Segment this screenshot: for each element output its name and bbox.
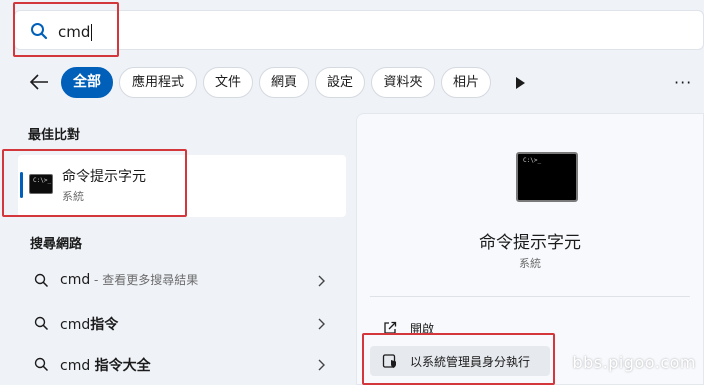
command-prompt-icon: C:\>_ — [516, 152, 578, 202]
chevron-right-icon — [318, 359, 325, 371]
web-result-query: cmd — [60, 358, 95, 374]
filter-chip-web[interactable]: 網頁 — [259, 67, 309, 98]
web-result-bold-term: 指令大全 — [94, 358, 151, 374]
web-result-text: cmd指令 — [60, 314, 118, 334]
more-options-icon[interactable]: ··· — [674, 73, 692, 92]
detail-app-type: 系統 — [519, 257, 541, 270]
filter-chip-apps[interactable]: 應用程式 — [119, 67, 197, 98]
search-icon — [34, 316, 49, 331]
search-icon — [34, 273, 49, 288]
best-match-highlight-box — [2, 149, 187, 217]
web-result-bold-term: 指令 — [90, 317, 119, 333]
best-match-heading: 最佳比對 — [28, 128, 81, 143]
web-result-text: cmd 指令大全 — [60, 355, 151, 375]
run-as-admin-highlight-box — [362, 333, 555, 385]
filter-chip-photos[interactable]: 相片 — [441, 67, 491, 98]
filter-chip-documents[interactable]: 文件 — [203, 67, 253, 98]
detail-app-name: 命令提示字元 — [479, 233, 581, 253]
web-search-heading: 搜尋網路 — [30, 237, 83, 252]
filter-chip-all[interactable]: 全部 — [61, 67, 113, 98]
web-result-text: cmd - 查看更多搜尋結果 — [60, 271, 198, 288]
divider — [370, 296, 690, 297]
search-icon — [34, 357, 49, 372]
chevron-right-icon — [318, 275, 325, 287]
web-result-query: cmd — [60, 272, 91, 288]
filter-chip-folders[interactable]: 資料夾 — [371, 67, 435, 98]
web-result-query: cmd — [60, 317, 91, 333]
back-arrow-icon[interactable] — [28, 72, 50, 92]
filter-chip-settings[interactable]: 設定 — [315, 67, 365, 98]
more-filters-arrow-icon[interactable] — [514, 76, 526, 90]
watermark: bbs.pigoo.com — [572, 353, 696, 372]
web-result-hint: - 查看更多搜尋結果 — [90, 273, 199, 287]
chevron-right-icon — [318, 318, 325, 330]
search-highlight-box — [13, 2, 119, 57]
